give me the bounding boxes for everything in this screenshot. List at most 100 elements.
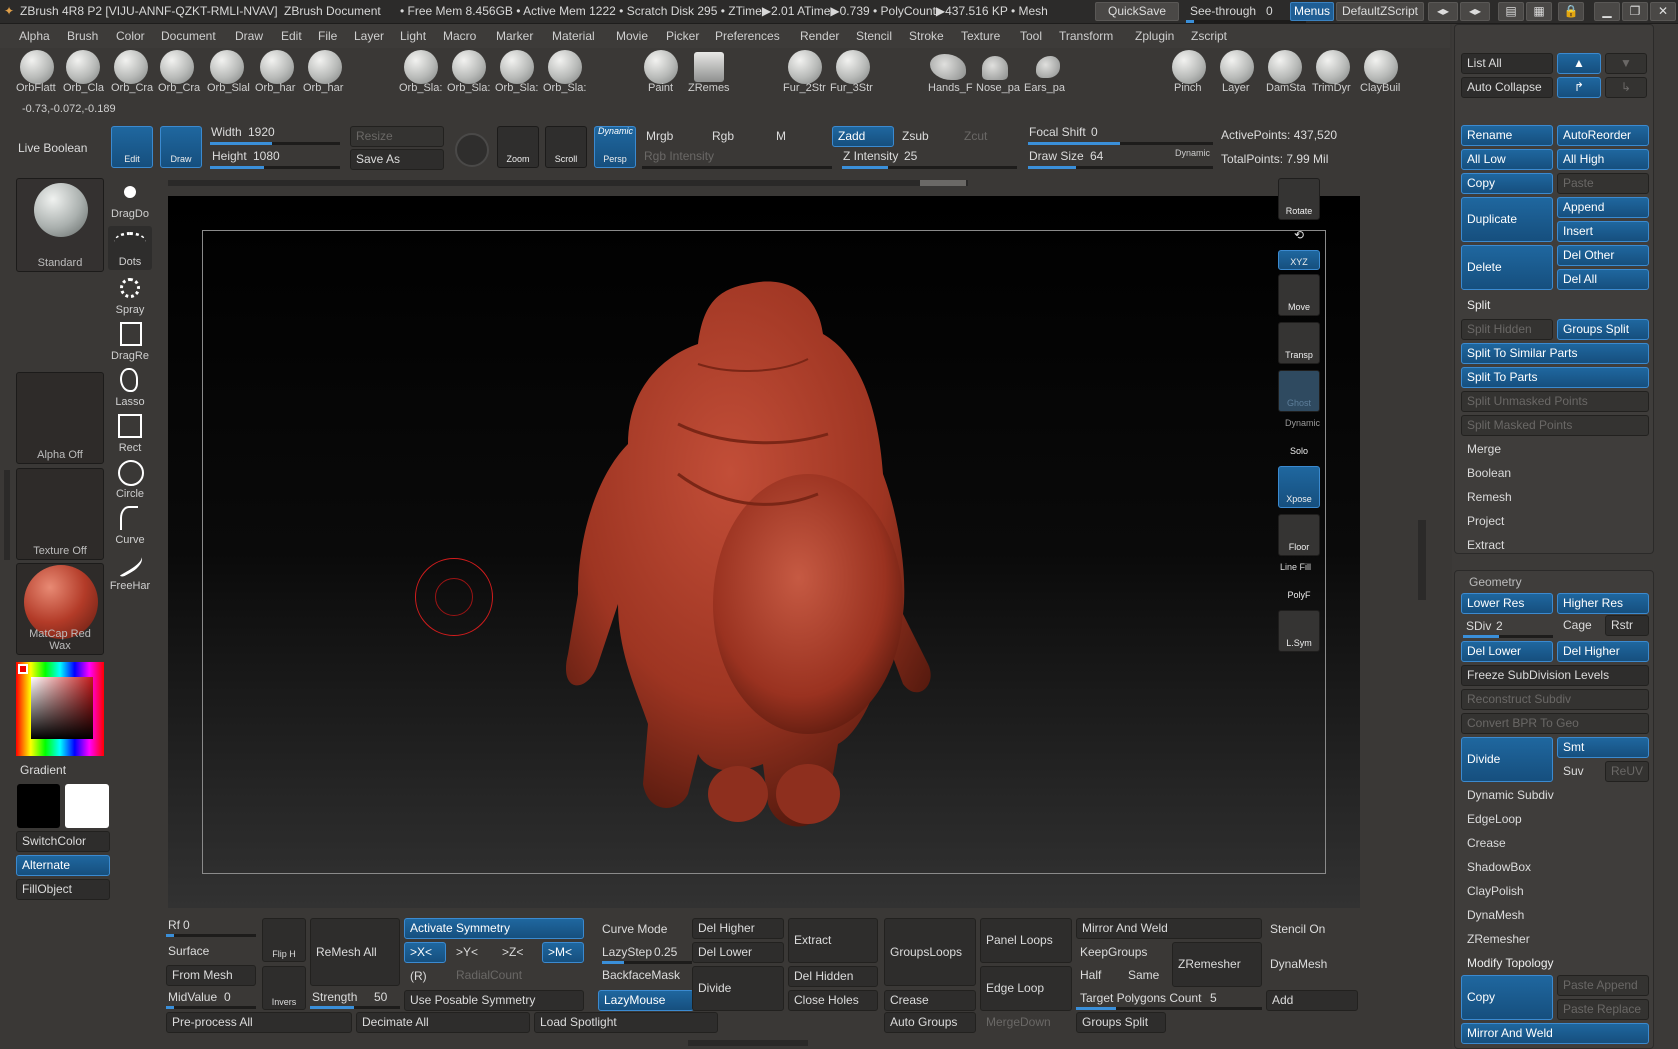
menu-preferences[interactable]: Preferences: [715, 29, 780, 43]
gradient-label[interactable]: Gradient: [20, 763, 66, 777]
edit-mode-button[interactable]: Edit: [111, 126, 153, 168]
resize-button[interactable]: Resize: [350, 126, 444, 147]
nose-icon[interactable]: [982, 56, 1008, 80]
move-down-icon[interactable]: ▼: [1605, 53, 1647, 74]
del-higher-button[interactable]: Del Higher: [1557, 641, 1649, 662]
brush-claybuildup-icon[interactable]: [1364, 50, 1398, 84]
horizontal-scrollbar[interactable]: [168, 180, 968, 186]
menu-light[interactable]: Light: [400, 29, 426, 43]
menu-zscript[interactable]: Zscript: [1191, 29, 1227, 43]
del-other-button[interactable]: Del Other: [1557, 245, 1649, 266]
right-tray-handle[interactable]: [1418, 520, 1426, 600]
invers-button[interactable]: Invers: [262, 966, 306, 1010]
rgb-intensity-slider[interactable]: [642, 166, 832, 169]
next-icon[interactable]: ◂▸: [1460, 2, 1490, 21]
ears-icon[interactable]: [1036, 56, 1060, 78]
stroke-rect[interactable]: Rect: [108, 412, 152, 456]
bottom-tray-handle[interactable]: [688, 1040, 808, 1046]
menu-transform[interactable]: Transform: [1059, 29, 1113, 43]
floor-button[interactable]: Floor: [1278, 514, 1320, 556]
decimate-all-button[interactable]: Decimate All: [356, 1012, 530, 1033]
use-posable-symmetry-button[interactable]: Use Posable Symmetry: [404, 990, 584, 1011]
menu-macro[interactable]: Macro: [443, 29, 476, 43]
menu-stencil[interactable]: Stencil: [856, 29, 892, 43]
lsym-button[interactable]: L.Sym: [1278, 610, 1320, 652]
height-slider[interactable]: [210, 166, 340, 169]
split-hidden-button[interactable]: Split Hidden: [1461, 319, 1553, 340]
duplicate-button[interactable]: Duplicate: [1461, 197, 1553, 242]
paste-replace-button[interactable]: Paste Replace: [1557, 999, 1649, 1020]
menu-alpha[interactable]: Alpha: [19, 29, 50, 43]
list-all-button[interactable]: List All: [1461, 53, 1553, 74]
sculpt-model[interactable]: [558, 274, 978, 834]
draw-size-dynamic[interactable]: Dynamic: [1175, 148, 1210, 158]
xpose-button[interactable]: Xpose: [1278, 466, 1320, 508]
auto-groups-button[interactable]: Auto Groups: [884, 1012, 976, 1033]
backface-mask-button[interactable]: BackfaceMask: [602, 968, 680, 982]
brush-fur3-icon[interactable]: [836, 50, 870, 84]
ghost-button[interactable]: Ghost: [1278, 370, 1320, 412]
quicksave-button[interactable]: QuickSave: [1095, 2, 1179, 21]
stroke-freehand[interactable]: FreeHar: [108, 550, 152, 594]
zsub-button[interactable]: Zsub: [896, 126, 956, 147]
xyz-button[interactable]: XYZ: [1278, 250, 1320, 270]
sym-x-button[interactable]: >X<: [404, 942, 446, 963]
surface-button[interactable]: Surface: [168, 944, 209, 958]
strength-slider[interactable]: [310, 1006, 400, 1009]
sym-z-button[interactable]: >Z<: [496, 942, 538, 963]
hands-icon[interactable]: [930, 54, 966, 80]
menu-material[interactable]: Material: [552, 29, 595, 43]
menu-edit[interactable]: Edit: [281, 29, 302, 43]
menus-button[interactable]: Menus: [1290, 2, 1334, 21]
groups-loops-button[interactable]: GroupsLoops: [884, 918, 976, 986]
keep-groups-button[interactable]: KeepGroups: [1080, 945, 1147, 959]
rgb-button[interactable]: Rgb: [706, 126, 768, 147]
smt-button[interactable]: Smt: [1557, 737, 1649, 758]
rename-button[interactable]: Rename: [1461, 125, 1553, 146]
menu-document[interactable]: Document: [161, 29, 216, 43]
split-section-label[interactable]: Split: [1461, 295, 1649, 316]
lock-icon[interactable]: 🔒: [1558, 2, 1584, 21]
menu-tool[interactable]: Tool: [1020, 29, 1042, 43]
dynamic-subdiv-section[interactable]: Dynamic Subdiv: [1461, 785, 1649, 806]
prev-icon[interactable]: ◂▸: [1428, 2, 1458, 21]
menu-marker[interactable]: Marker: [496, 29, 533, 43]
see-through-label[interactable]: See-through: [1190, 4, 1256, 18]
texture-thumbnail[interactable]: Texture Off: [16, 468, 104, 560]
add-button[interactable]: Add: [1266, 990, 1358, 1011]
brush-orbslash1-icon[interactable]: [404, 50, 438, 84]
fill-object-button[interactable]: FillObject: [16, 879, 110, 900]
color-picker[interactable]: [16, 662, 104, 756]
modify-topology-section[interactable]: Modify Topology: [1461, 953, 1649, 974]
topology-copy-button[interactable]: Copy: [1461, 975, 1553, 1020]
panel-loops-button[interactable]: Panel Loops: [980, 918, 1072, 963]
brush-orbcrack3-icon[interactable]: [210, 50, 244, 84]
brush-fur2-icon[interactable]: [788, 50, 822, 84]
brush-orbcrack-icon[interactable]: [114, 50, 148, 84]
remesh-section[interactable]: Remesh: [1461, 487, 1649, 508]
from-mesh-button[interactable]: From Mesh: [166, 965, 256, 986]
delete-button[interactable]: Delete: [1461, 245, 1553, 290]
project-section[interactable]: Project: [1461, 511, 1649, 532]
stroke-dragrect[interactable]: DragRe: [108, 320, 152, 364]
midvalue-slider[interactable]: [166, 1006, 256, 1009]
split-to-similar-parts-button[interactable]: Split To Similar Parts: [1461, 343, 1649, 364]
zremesher-icon[interactable]: [694, 52, 724, 82]
stroke-spray[interactable]: Spray: [108, 274, 152, 318]
copy-button[interactable]: Copy: [1461, 173, 1553, 194]
move-left-icon[interactable]: ↳: [1605, 77, 1647, 98]
merge-section[interactable]: Merge: [1461, 439, 1649, 460]
secondary-color-swatch[interactable]: [65, 784, 109, 828]
polyf-button[interactable]: PolyF: [1278, 562, 1320, 604]
stroke-lasso[interactable]: Lasso: [108, 366, 152, 410]
activate-symmetry-button[interactable]: Activate Symmetry: [404, 918, 584, 939]
close-holes-button[interactable]: Close Holes: [788, 990, 878, 1011]
brush-orbslash-icon[interactable]: [260, 50, 294, 84]
rf-slider[interactable]: [166, 934, 256, 937]
move-up-icon[interactable]: ▲: [1557, 53, 1601, 74]
default-zscript-button[interactable]: DefaultZScript: [1336, 2, 1424, 21]
mirror-and-weld-button[interactable]: Mirror And Weld: [1076, 918, 1262, 939]
minimize-icon[interactable]: ▁: [1594, 2, 1620, 21]
extract-section[interactable]: Extract: [1461, 535, 1649, 556]
menu-brush[interactable]: Brush: [67, 29, 98, 43]
